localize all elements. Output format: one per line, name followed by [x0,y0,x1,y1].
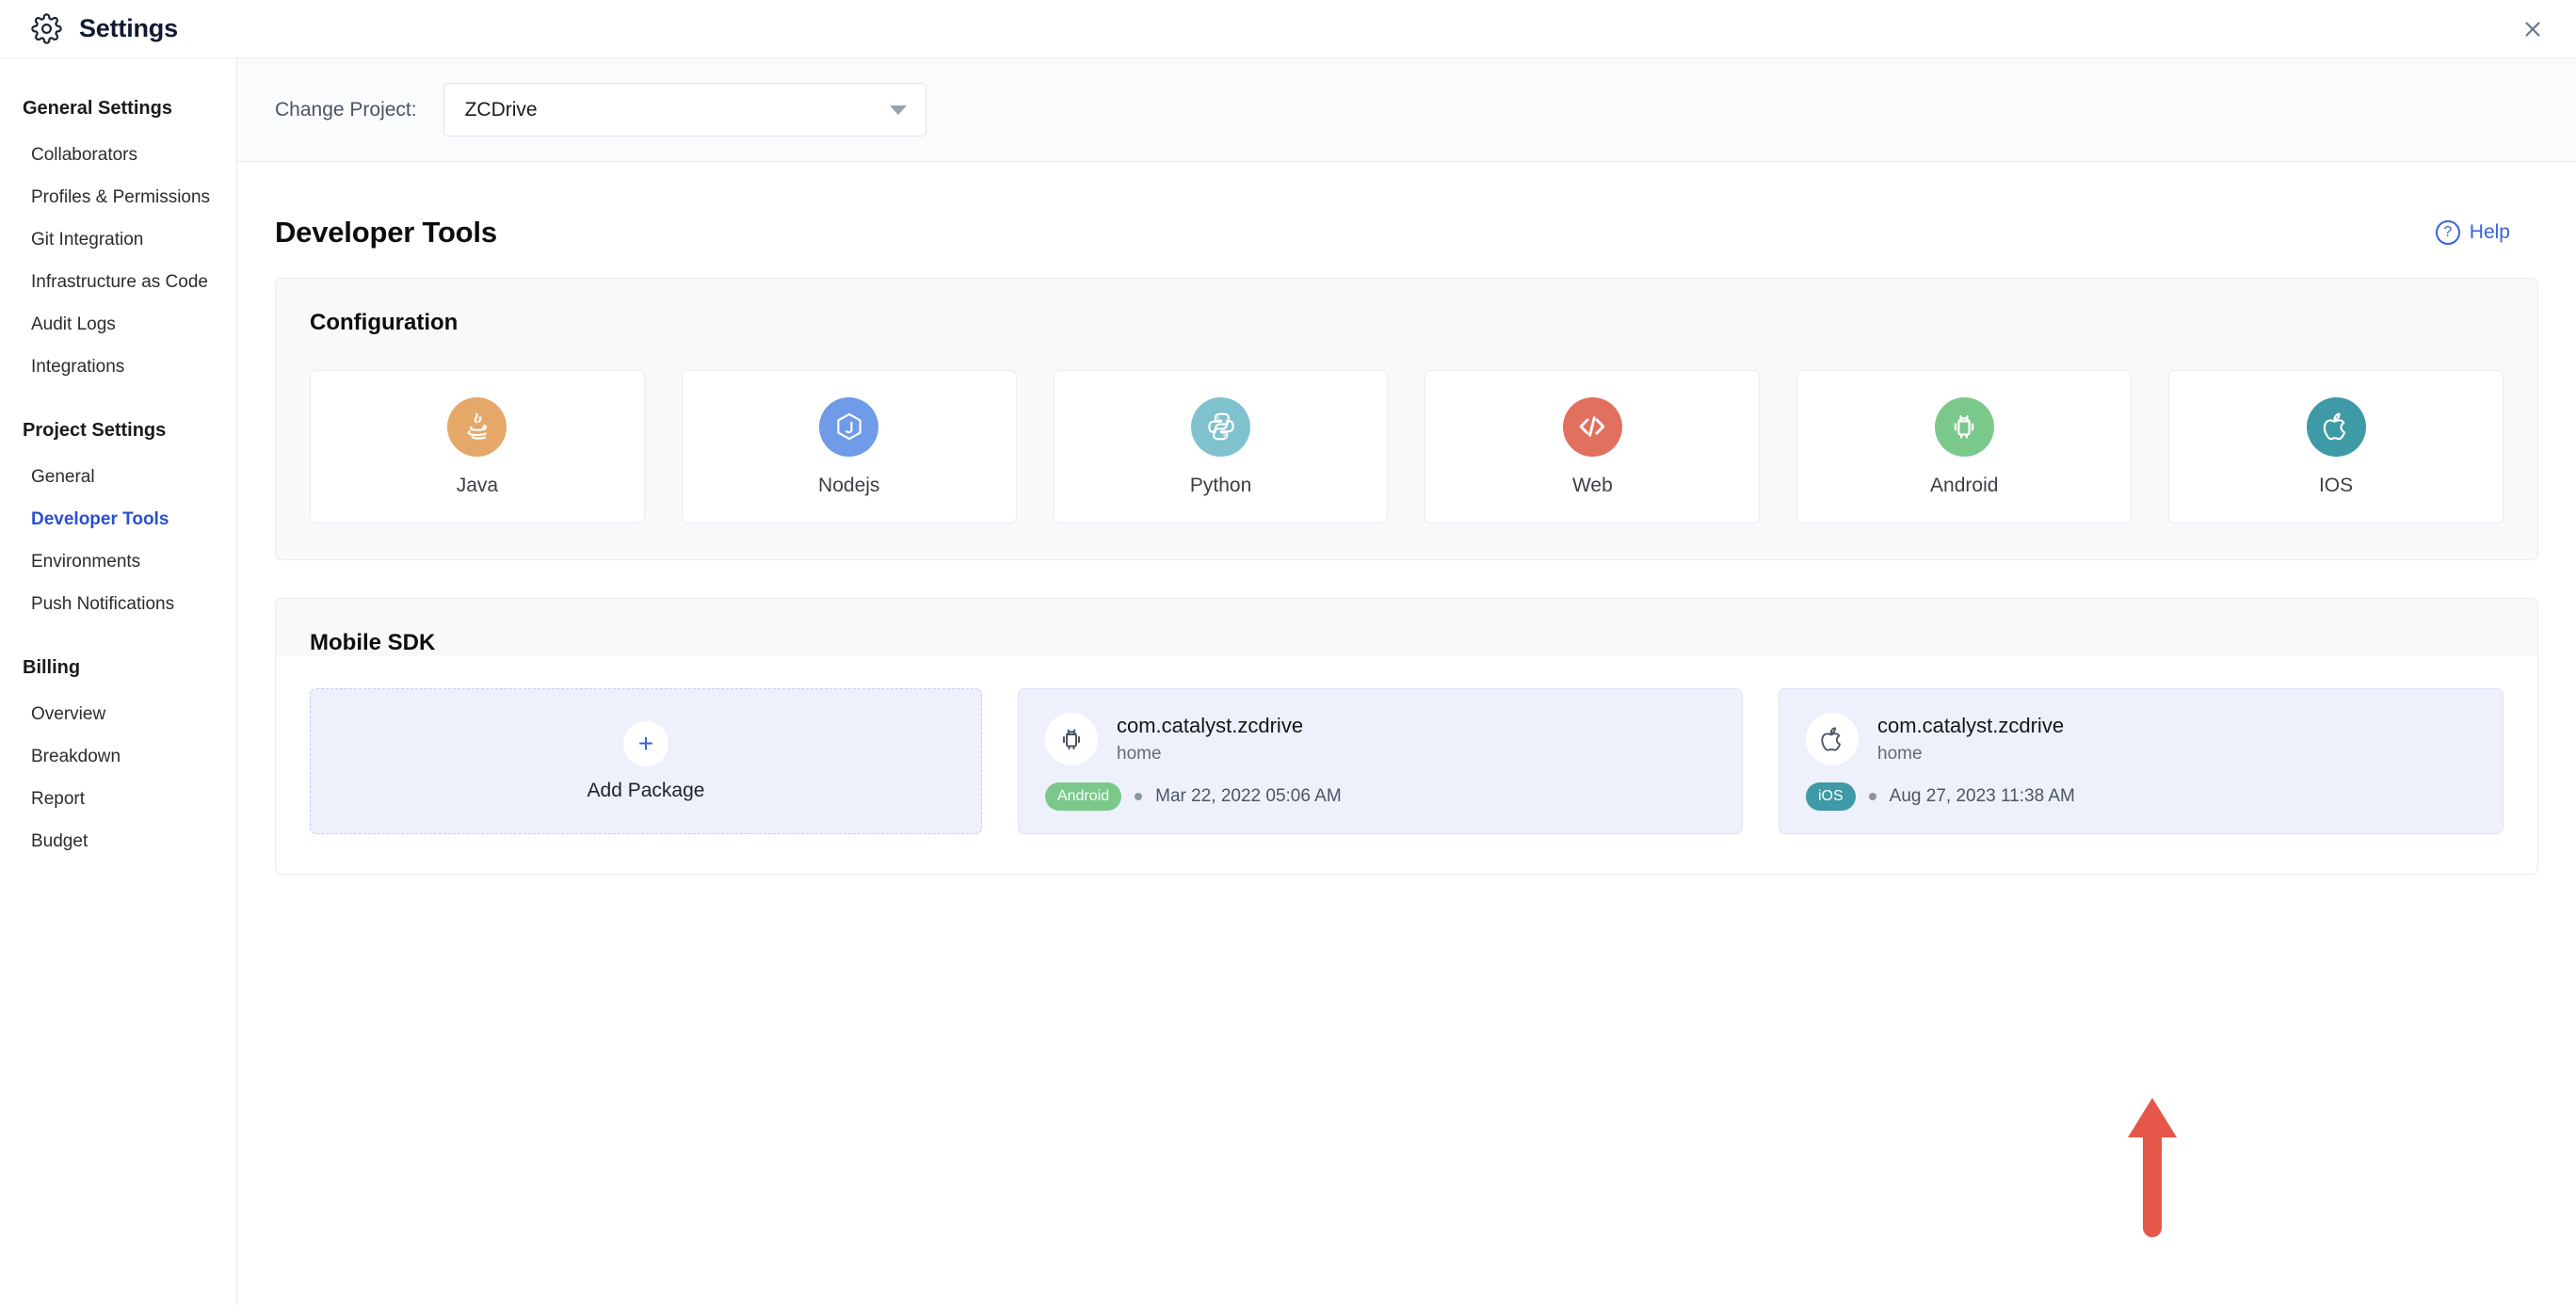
package-text: com.catalyst.zcdrive home [1877,712,2064,766]
add-package-button[interactable]: + Add Package [310,688,982,834]
package-meta: Android Mar 22, 2022 05:06 AM [1045,782,1715,811]
sidebar-item-profiles-permissions[interactable]: Profiles & Permissions [0,176,236,218]
package-card-ios[interactable]: com.catalyst.zcdrive home iOS Aug 27, 20… [1779,688,2504,834]
window-title: Settings [79,14,178,42]
mobile-sdk-grid: + Add Package com.catalyst.zcdrive home … [276,656,2537,874]
package-header: com.catalyst.zcdrive home [1045,712,1715,766]
main-content: Change Project: ZCDrive Developer Tools … [237,58,2576,1305]
sidebar-group-title-project-settings: Project Settings [23,420,167,441]
sidebar-item-general[interactable]: General [0,456,236,498]
separator-dot-icon [1135,793,1143,800]
plus-icon: + [623,720,668,766]
separator-dot-icon [1868,793,1876,800]
nodejs-icon [819,396,879,457]
config-card-label: Nodejs [818,474,880,496]
package-timestamp: Mar 22, 2022 05:06 AM [1155,786,1342,806]
code-icon [1562,396,1622,457]
question-circle-icon: ? [2435,220,2460,245]
sidebar-item-breakdown[interactable]: Breakdown [0,735,236,778]
sidebar-group-title-general-settings: General Settings [23,98,172,119]
config-card-label: Python [1189,474,1252,496]
sidebar-item-push-notifications[interactable]: Push Notifications [0,583,236,625]
package-text: com.catalyst.zcdrive home [1117,712,1303,766]
title-bar: Settings [0,0,2576,58]
sidebar: General Settings Collaborators Profiles … [0,58,237,1305]
configuration-panel: Configuration Java Nodejs Python Web And… [275,278,2538,560]
android-icon [1045,713,1098,765]
project-bar: Change Project: ZCDrive [237,58,2576,162]
configuration-grid: Java Nodejs Python Web Android IOS [276,336,2537,559]
mobile-sdk-title: Mobile SDK [310,630,436,655]
sidebar-item-budget[interactable]: Budget [0,820,236,862]
page-title: Developer Tools [275,216,497,249]
config-card-label: Web [1571,474,1613,496]
java-icon [447,396,507,457]
apple-icon [2306,396,2366,457]
package-environment: home [1877,744,1923,764]
sidebar-item-overview[interactable]: Overview [0,693,236,735]
sidebar-item-audit-logs[interactable]: Audit Logs [0,303,236,346]
sidebar-group-title-billing: Billing [23,657,81,678]
status-badge: iOS [1806,782,1856,811]
gear-icon [31,13,62,44]
status-badge: Android [1045,782,1122,811]
package-name: com.catalyst.zcdrive [1877,714,2065,737]
config-card-label: IOS [2318,474,2354,496]
configuration-title: Configuration [310,310,459,335]
python-icon [1191,396,1251,457]
config-card-label: Android [1930,474,1999,496]
help-link[interactable]: ? Help [2435,220,2538,245]
help-label: Help [2469,221,2510,243]
project-select-value: ZCDrive [464,98,538,121]
project-select[interactable]: ZCDrive [443,83,926,137]
package-environment: home [1117,744,1162,764]
add-package-label: Add Package [587,779,705,801]
sidebar-item-infrastructure-as-code[interactable]: Infrastructure as Code [0,261,236,303]
package-name: com.catalyst.zcdrive [1117,714,1304,737]
project-bar-inner: Change Project: ZCDrive [275,83,926,137]
mobile-sdk-panel: Mobile SDK + Add Package com.catalyst.zc… [275,598,2538,875]
package-meta: iOS Aug 27, 2023 11:38 AM [1806,782,2476,811]
settings-window: Settings General Settings Collaborators … [0,0,2576,1305]
sidebar-item-developer-tools[interactable]: Developer Tools [0,498,236,540]
config-card-label: Java [456,474,499,496]
apple-icon [1806,713,1859,765]
config-card-android[interactable]: Android [1796,370,2133,524]
config-card-python[interactable]: Python [1053,370,1389,524]
sidebar-item-environments[interactable]: Environments [0,540,236,583]
sidebar-item-report[interactable]: Report [0,778,236,820]
sidebar-item-git-integration[interactable]: Git Integration [0,218,236,261]
developer-tools-page: Developer Tools ? Help Configuration Jav… [237,162,2576,1305]
config-card-web[interactable]: Web [1425,370,1761,524]
title-bar-left: Settings [0,13,178,44]
page-header: Developer Tools ? Help [275,162,2538,278]
package-timestamp: Aug 27, 2023 11:38 AM [1889,786,2075,806]
package-card-android[interactable]: com.catalyst.zcdrive home Android Mar 22… [1018,688,1743,834]
config-card-java[interactable]: Java [310,370,645,524]
change-project-label: Change Project: [275,98,417,121]
android-icon [1934,396,1994,457]
chevron-down-icon [889,105,907,115]
config-card-ios[interactable]: IOS [2168,370,2504,524]
sidebar-item-integrations[interactable]: Integrations [0,346,236,388]
config-card-nodejs[interactable]: Nodejs [681,370,1017,524]
close-button[interactable] [2516,12,2550,46]
sidebar-item-collaborators[interactable]: Collaborators [0,134,236,176]
package-header: com.catalyst.zcdrive home [1806,712,2476,766]
